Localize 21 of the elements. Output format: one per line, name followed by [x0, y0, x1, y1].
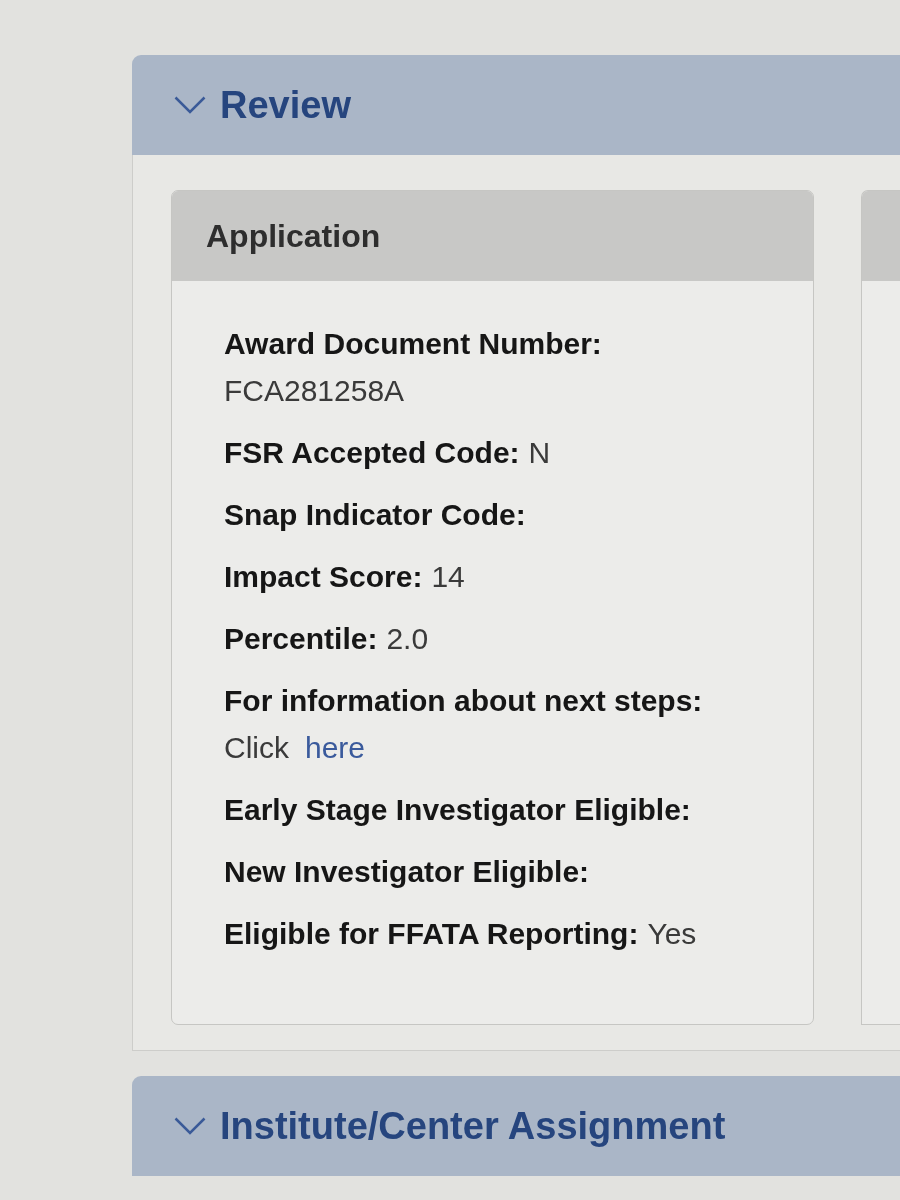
section-header[interactable]: Institute/Center Assignment: [132, 1076, 900, 1176]
field-label: Percentile:: [224, 621, 378, 657]
chevron-icon: [174, 1117, 206, 1135]
chevron-icon: [174, 96, 206, 114]
field-value: Click: [224, 730, 289, 766]
field-label: Early Stage Investigator Eligible:: [224, 792, 691, 828]
field-label: New Investigator Eligible:: [224, 854, 590, 890]
field-value: 14: [431, 559, 465, 595]
field-label: Eligible for FFATA Reporting:: [224, 916, 639, 952]
card-header: Application: [172, 191, 813, 281]
field-value: Yes: [647, 916, 697, 952]
field-value: FCA281258A: [224, 373, 405, 409]
field-label: Impact Score:: [224, 559, 423, 595]
section-header[interactable]: Review: [132, 55, 900, 155]
field-label: For information about next steps:: [224, 683, 703, 719]
field-value: 2.0: [386, 621, 429, 657]
field-label: FSR Accepted Code:: [224, 435, 520, 471]
field-label: Snap Indicator Code:: [224, 497, 526, 533]
field-label: Award Document Number:: [224, 326, 602, 362]
info-link[interactable]: here: [305, 730, 366, 766]
field-value: N: [528, 435, 551, 471]
